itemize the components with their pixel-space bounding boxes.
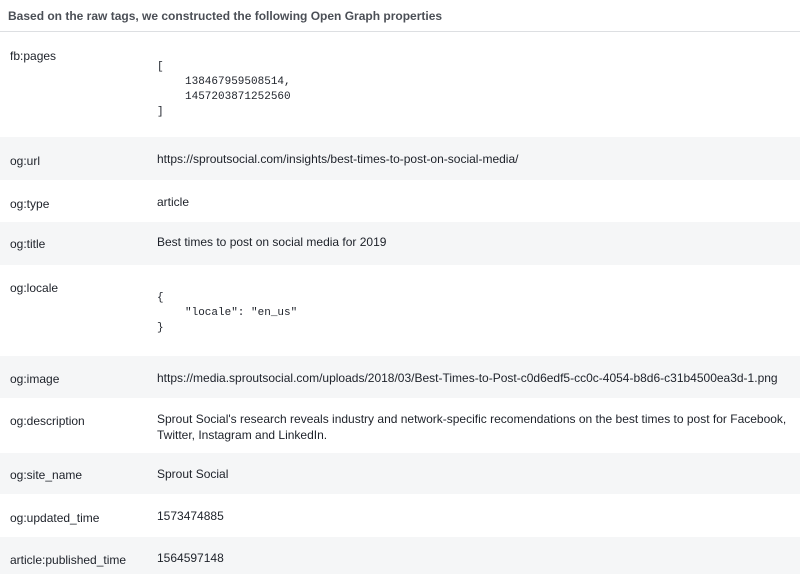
property-key: fb:pages: [10, 49, 57, 63]
open-graph-properties-table: fb:pages [ 138467959508514, 145720387125…: [0, 32, 800, 574]
property-key: og:url: [10, 154, 41, 168]
property-value: https://media.sproutsocial.com/uploads/2…: [157, 371, 778, 385]
property-value: Sprout Social: [157, 467, 229, 481]
code-item: "locale": "en_us": [185, 307, 298, 319]
property-value: article: [157, 195, 190, 209]
code-close-brace: }: [157, 322, 164, 334]
property-key: article:published_time: [10, 553, 127, 567]
property-key: og:locale: [10, 281, 59, 295]
code-item: 138467959508514,: [185, 76, 291, 88]
property-key: og:description: [10, 414, 85, 428]
table-row: og:description Sprout Social's research …: [0, 398, 800, 453]
table-row: og:image https://media.sproutsocial.com/…: [0, 356, 800, 398]
table-row: og:site_name Sprout Social: [0, 453, 800, 494]
table-row: article:published_time 1564597148: [0, 537, 800, 574]
table-row: fb:pages [ 138467959508514, 145720387125…: [0, 32, 800, 137]
table-row: og:title Best times to post on social me…: [0, 222, 800, 265]
table-row: og:type article: [0, 180, 800, 222]
property-value: https://sproutsocial.com/insights/best-t…: [157, 152, 519, 166]
code-item: 1457203871252560: [185, 91, 291, 103]
property-key: og:type: [10, 197, 50, 211]
section-title: Based on the raw tags, we constructed th…: [8, 8, 443, 23]
code-open-brace: {: [157, 292, 164, 304]
property-value: 1573474885: [157, 509, 224, 523]
section-header: Based on the raw tags, we constructed th…: [0, 0, 800, 32]
table-row: og:locale { "locale": "en_us" }: [0, 265, 800, 356]
property-value: Best times to post on social media for 2…: [157, 235, 387, 249]
property-value: { "locale": "en_us" }: [157, 265, 800, 356]
property-key: og:site_name: [10, 468, 83, 482]
property-value: [ 138467959508514, 1457203871252560 ]: [157, 32, 800, 137]
property-value: Sprout Social's research reveals industr…: [157, 412, 787, 442]
property-key: og:image: [10, 372, 60, 386]
table-row: og:url https://sproutsocial.com/insights…: [0, 137, 800, 180]
property-key: og:updated_time: [10, 511, 100, 525]
property-key: og:title: [10, 237, 46, 251]
code-close-bracket: ]: [157, 106, 164, 118]
table-row: og:updated_time 1573474885: [0, 494, 800, 537]
code-open-bracket: [: [157, 61, 164, 73]
property-value: 1564597148: [157, 551, 224, 565]
